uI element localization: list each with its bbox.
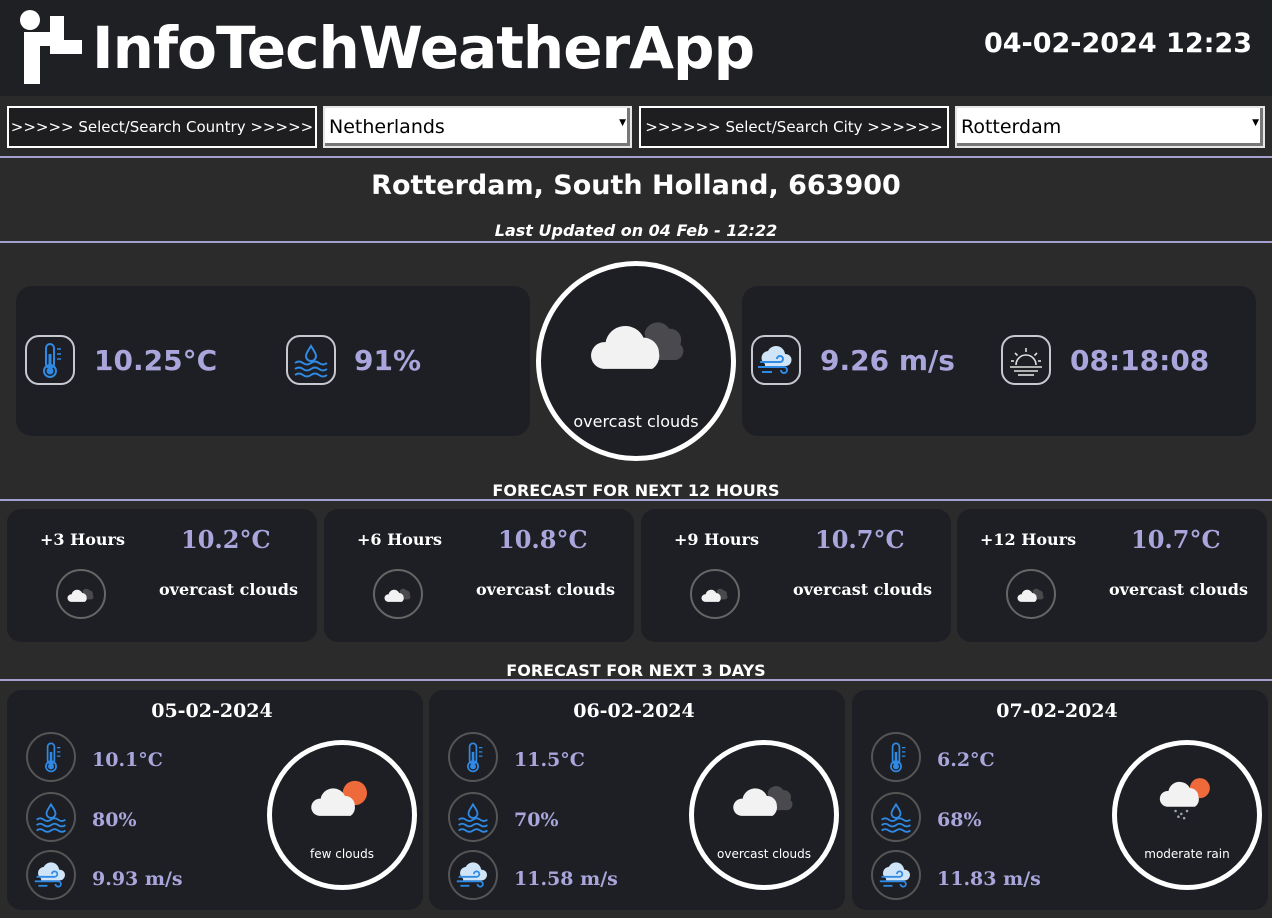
current-wind: 9.26 m/s: [820, 344, 955, 377]
daily-humidity: 70%: [514, 809, 559, 831]
daily-date: 07-02-2024: [996, 700, 1118, 722]
daily-condition: few clouds: [310, 847, 374, 861]
divider: [0, 156, 1272, 158]
daily-condition: overcast clouds: [717, 847, 811, 861]
select-shadow: [627, 108, 630, 146]
humidity-icon: [286, 335, 336, 385]
humidity-icon: [448, 792, 498, 842]
country-select[interactable]: Netherlands ▼: [323, 106, 632, 148]
hourly-temperature: 10.2°C: [181, 525, 271, 554]
daily-card: 05-02-2024 10.1°C 80% 9.93 m/s few cloud…: [7, 690, 423, 910]
daily-date: 06-02-2024: [573, 700, 695, 722]
current-temperature: 10.25°C: [94, 344, 218, 377]
hourly-card: +3 Hours 10.2°C overcast clouds: [7, 509, 317, 642]
last-updated: Last Updated on 04 Feb - 12:22: [494, 221, 778, 240]
overcast-clouds-icon: [1006, 569, 1056, 619]
thermometer-icon: [448, 732, 498, 782]
app-title: InfoTechWeatherApp: [92, 14, 755, 82]
hourly-condition: overcast clouds: [159, 580, 298, 599]
wind-icon: [751, 335, 801, 385]
daily-wind: 11.83 m/s: [937, 868, 1041, 890]
select-shadow: [1260, 108, 1263, 146]
daily-wind: 11.58 m/s: [514, 868, 618, 890]
hourly-condition: overcast clouds: [793, 580, 932, 599]
hourly-label: +12 Hours: [980, 530, 1077, 549]
location-selector-bar: >>>>> Select/Search Country >>>>> Nether…: [0, 96, 1272, 156]
daily-humidity: 68%: [937, 809, 982, 831]
thermometer-icon: [25, 335, 75, 385]
overcast-clouds-icon: [373, 569, 423, 619]
thermometer-icon: [871, 732, 921, 782]
hourly-temperature: 10.8°C: [498, 525, 588, 554]
app-header: InfoTechWeatherApp 04-02-2024 12:23: [0, 0, 1272, 96]
hourly-condition: overcast clouds: [476, 580, 615, 599]
overcast-clouds-icon: [728, 773, 800, 823]
select-shadow: [325, 143, 630, 146]
overcast-clouds-icon: [690, 569, 740, 619]
hourly-temperature: 10.7°C: [1131, 525, 1221, 554]
daily-card: 06-02-2024 11.5°C 70% 11.58 m/s overcast…: [429, 690, 845, 910]
hourly-card: +9 Hours 10.7°C overcast clouds: [641, 509, 951, 642]
daily-condition-circle: overcast clouds: [689, 740, 839, 890]
wind-icon: [871, 850, 921, 900]
country-search-label[interactable]: >>>>> Select/Search Country >>>>>: [7, 106, 317, 148]
daily-condition-circle: moderate rain: [1112, 740, 1262, 890]
divider: [0, 241, 1272, 243]
hourly-temperature: 10.7°C: [815, 525, 905, 554]
wind-icon: [448, 850, 498, 900]
city-search-label[interactable]: >>>>>> Select/Search City >>>>>>: [639, 106, 949, 148]
current-left-panel: 10.25°C 91%: [16, 286, 530, 436]
daily-wind: 9.93 m/s: [92, 868, 183, 890]
app-logo-icon: [20, 10, 82, 84]
hourly-label: +9 Hours: [674, 530, 759, 549]
overcast-clouds-icon: [583, 302, 695, 380]
daily-date: 05-02-2024: [151, 700, 273, 722]
hourly-forecast-title: FORECAST FOR NEXT 12 HOURS: [492, 481, 780, 500]
chevron-down-icon[interactable]: ▼: [619, 118, 626, 128]
daily-forecast-title: FORECAST FOR NEXT 3 DAYS: [506, 661, 766, 680]
hourly-label: +6 Hours: [357, 530, 442, 549]
moderate-rain-icon: [1151, 771, 1223, 821]
humidity-icon: [871, 792, 921, 842]
daily-condition: moderate rain: [1144, 847, 1230, 861]
daily-temperature: 11.5°C: [514, 749, 585, 771]
current-datetime: 04-02-2024 12:23: [983, 28, 1252, 59]
sunrise-icon: [1001, 335, 1051, 385]
wind-icon: [26, 850, 76, 900]
current-condition-circle: overcast clouds: [536, 261, 736, 461]
sunrise-time: 08:18:08: [1070, 344, 1210, 377]
daily-temperature: 6.2°C: [937, 749, 995, 771]
current-right-panel: 9.26 m/s 08:18:08: [742, 286, 1256, 436]
daily-temperature: 10.1°C: [92, 749, 163, 771]
humidity-icon: [26, 792, 76, 842]
overcast-clouds-icon: [56, 569, 106, 619]
city-select-value: Rotterdam: [961, 116, 1062, 138]
daily-condition-circle: few clouds: [267, 740, 417, 890]
hourly-card: +6 Hours 10.8°C overcast clouds: [324, 509, 634, 642]
chevron-down-icon[interactable]: ▼: [1252, 118, 1259, 128]
location-title: Rotterdam, South Holland, 663900: [371, 170, 901, 201]
current-humidity: 91%: [354, 344, 422, 377]
hourly-condition: overcast clouds: [1109, 580, 1248, 599]
hourly-label: +3 Hours: [40, 530, 125, 549]
select-shadow: [957, 143, 1263, 146]
few-clouds-icon: [306, 773, 378, 823]
daily-humidity: 80%: [92, 809, 137, 831]
thermometer-icon: [26, 732, 76, 782]
city-select[interactable]: Rotterdam ▼: [955, 106, 1265, 148]
country-select-value: Netherlands: [329, 116, 445, 138]
hourly-card: +12 Hours 10.7°C overcast clouds: [957, 509, 1267, 642]
daily-card: 07-02-2024 6.2°C 68% 11.83 m/s moderate …: [852, 690, 1268, 910]
current-condition: overcast clouds: [573, 412, 699, 431]
